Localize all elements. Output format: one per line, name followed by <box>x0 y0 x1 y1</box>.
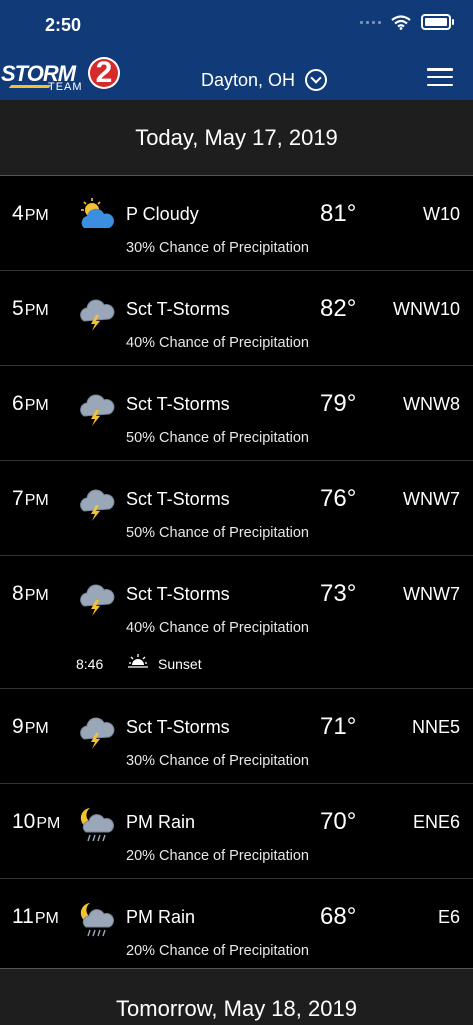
condition-text: Sct T-Storms <box>126 394 230 414</box>
signal-icon <box>360 20 381 24</box>
thunderstorm-icon <box>76 709 116 749</box>
wind-text: WNW10 <box>393 299 460 319</box>
wind-text: NNE5 <box>411 717 460 737</box>
precip-chance: 50% Chance of Precipitation <box>126 430 309 446</box>
night-rain-icon <box>76 804 116 844</box>
status-time: 2:50 <box>45 15 82 35</box>
hour-row[interactable]: 5PM Sct T-Storms 82° WNW10 40% Chance of Pre… <box>0 271 473 366</box>
wind-text: ENE6 <box>412 812 460 832</box>
storm-team-2-logo[interactable]: STORM 2 TEAM <box>0 57 126 97</box>
sunset-time: 8:46 <box>76 656 104 672</box>
temperature: 73° <box>320 580 357 607</box>
precip-chance: 20% Chance of Precipitation <box>126 943 309 959</box>
next-date-header: Tomorrow, May 18, 2019 <box>0 968 473 1025</box>
lightning-bolt-icon <box>8 85 52 88</box>
condition-text: PM Rain <box>126 812 196 832</box>
chevron-down-icon <box>305 69 328 91</box>
thunderstorm-icon <box>76 576 116 616</box>
hour-label: 5PM <box>12 297 49 320</box>
location-selector[interactable]: Dayton, OH <box>201 69 328 91</box>
precip-chance: 30% Chance of Precipitation <box>126 240 309 256</box>
date-header-label: Today, May 17, 2019 <box>135 124 338 150</box>
precip-chance: 40% Chance of Precipitation <box>126 335 309 351</box>
logo-number: 2 <box>88 57 120 89</box>
hour-row[interactable]: 11PM PM Rain 68° E6 20% Chance of Precipitat… <box>0 879 473 974</box>
precip-chance: 50% Chance of Precipitation <box>126 525 309 541</box>
hour-row[interactable]: 8PM Sct T-Storms 73° WNW7 40% Chance of Prec… <box>0 556 473 689</box>
condition-text: Sct T-Storms <box>126 717 230 737</box>
wifi-icon <box>391 14 411 30</box>
wind-text: E6 <box>437 907 460 927</box>
condition-text: Sct T-Storms <box>126 489 230 509</box>
precip-chance: 40% Chance of Precipitation <box>126 620 309 636</box>
precip-chance: 30% Chance of Precipitation <box>126 753 309 769</box>
temperature: 82° <box>320 295 357 322</box>
temperature: 70° <box>320 808 357 835</box>
partly-cloudy-icon <box>76 196 116 236</box>
battery-icon <box>421 14 454 30</box>
thunderstorm-icon <box>76 291 116 331</box>
date-header: Today, May 17, 2019 <box>0 100 473 176</box>
hour-label: 6PM <box>12 392 49 415</box>
hour-row[interactable]: 7PM Sct T-Storms 76° WNW7 50% Chance of Prec… <box>0 461 473 556</box>
night-rain-icon <box>76 899 116 939</box>
hour-row[interactable]: 9PM Sct T-Storms 71° NNE5 30% Chance of Prec… <box>0 689 473 784</box>
hour-label: 7PM <box>12 487 49 510</box>
wind-text: W10 <box>422 204 460 224</box>
hourly-forecast-list: 4PM P Cloudy 81° W10 30% Chance of Precipita… <box>0 176 473 974</box>
condition-text: Sct T-Storms <box>126 299 230 319</box>
hour-label: 9PM <box>12 715 49 738</box>
hour-label: 8PM <box>12 582 49 605</box>
hour-label: 11PM <box>12 905 59 928</box>
temperature: 81° <box>320 200 357 227</box>
hour-row[interactable]: 6PM Sct T-Storms 79° WNW8 50% Chance of Prec… <box>0 366 473 461</box>
next-date-header-label: Tomorrow, May 18, 2019 <box>116 996 357 1021</box>
status-icons <box>360 14 454 30</box>
condition-text: PM Rain <box>126 907 196 927</box>
location-label: Dayton, OH <box>201 69 296 90</box>
hour-row[interactable]: 4PM P Cloudy 81° W10 30% Chance of Precipita… <box>0 176 473 271</box>
wind-text: WNW7 <box>403 584 460 604</box>
condition-text: P Cloudy <box>126 204 199 224</box>
thunderstorm-icon <box>76 481 116 521</box>
temperature: 71° <box>320 713 357 740</box>
sunset-icon <box>126 652 150 676</box>
app-header: 2:50 STORM 2 TEAM Dayton, OH <box>0 0 473 100</box>
condition-text: Sct T-Storms <box>126 584 230 604</box>
hamburger-menu-button[interactable] <box>427 68 453 86</box>
temperature: 79° <box>320 390 357 417</box>
wind-text: WNW7 <box>403 489 460 509</box>
hour-row[interactable]: 10PM PM Rain 70° ENE6 20% Chance of Precipit… <box>0 784 473 879</box>
logo-sub: TEAM <box>48 81 83 93</box>
hour-label: 10PM <box>12 810 61 833</box>
precip-chance: 20% Chance of Precipitation <box>126 848 309 864</box>
thunderstorm-icon <box>76 386 116 426</box>
hour-label: 4PM <box>12 202 49 225</box>
temperature: 68° <box>320 903 357 930</box>
wind-text: WNW8 <box>403 394 460 414</box>
sunset-label: Sunset <box>158 656 202 672</box>
temperature: 76° <box>320 485 357 512</box>
